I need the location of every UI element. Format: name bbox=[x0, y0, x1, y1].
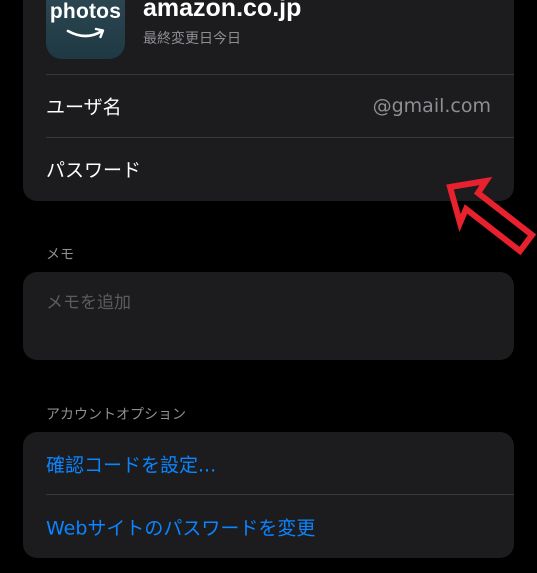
account-options-card: 確認コードを設定... Webサイトのパスワードを変更 bbox=[23, 432, 514, 558]
app-icon-word: photos bbox=[49, 0, 122, 23]
notes-input-placeholder[interactable]: メモを追加 bbox=[46, 288, 131, 313]
set-verification-code-label: 確認コードを設定... bbox=[46, 454, 217, 476]
notes-section-header: メモ bbox=[46, 247, 74, 263]
password-detail-screen: photos amazon.co.jp 最終変更日今日 ユーザ名 @gmail.… bbox=[0, 0, 537, 573]
change-website-password-button[interactable]: Webサイトのパスワードを変更 bbox=[23, 495, 514, 558]
amazon-photos-app-icon: photos bbox=[46, 0, 125, 59]
password-label: パスワード bbox=[46, 159, 142, 182]
username-label: ユーザ名 bbox=[46, 96, 122, 119]
account-options-header: アカウントオプション bbox=[46, 407, 186, 423]
account-site-title: amazon.co.jp bbox=[143, 0, 302, 22]
last-modified-label: 最終変更日今日 bbox=[143, 31, 241, 47]
set-verification-code-button[interactable]: 確認コードを設定... bbox=[23, 432, 514, 495]
red-outline-arrow-icon bbox=[446, 176, 536, 256]
username-row[interactable]: ユーザ名 @gmail.com bbox=[23, 75, 514, 137]
username-value[interactable]: @gmail.com bbox=[373, 95, 491, 117]
app-header-row: photos amazon.co.jp 最終変更日今日 bbox=[23, 0, 514, 75]
account-card: photos amazon.co.jp 最終変更日今日 ユーザ名 @gmail.… bbox=[23, 0, 514, 201]
amazon-smile-arrow-icon bbox=[66, 27, 105, 39]
change-website-password-label: Webサイトのパスワードを変更 bbox=[46, 517, 316, 539]
notes-card[interactable]: メモを追加 bbox=[23, 272, 514, 360]
